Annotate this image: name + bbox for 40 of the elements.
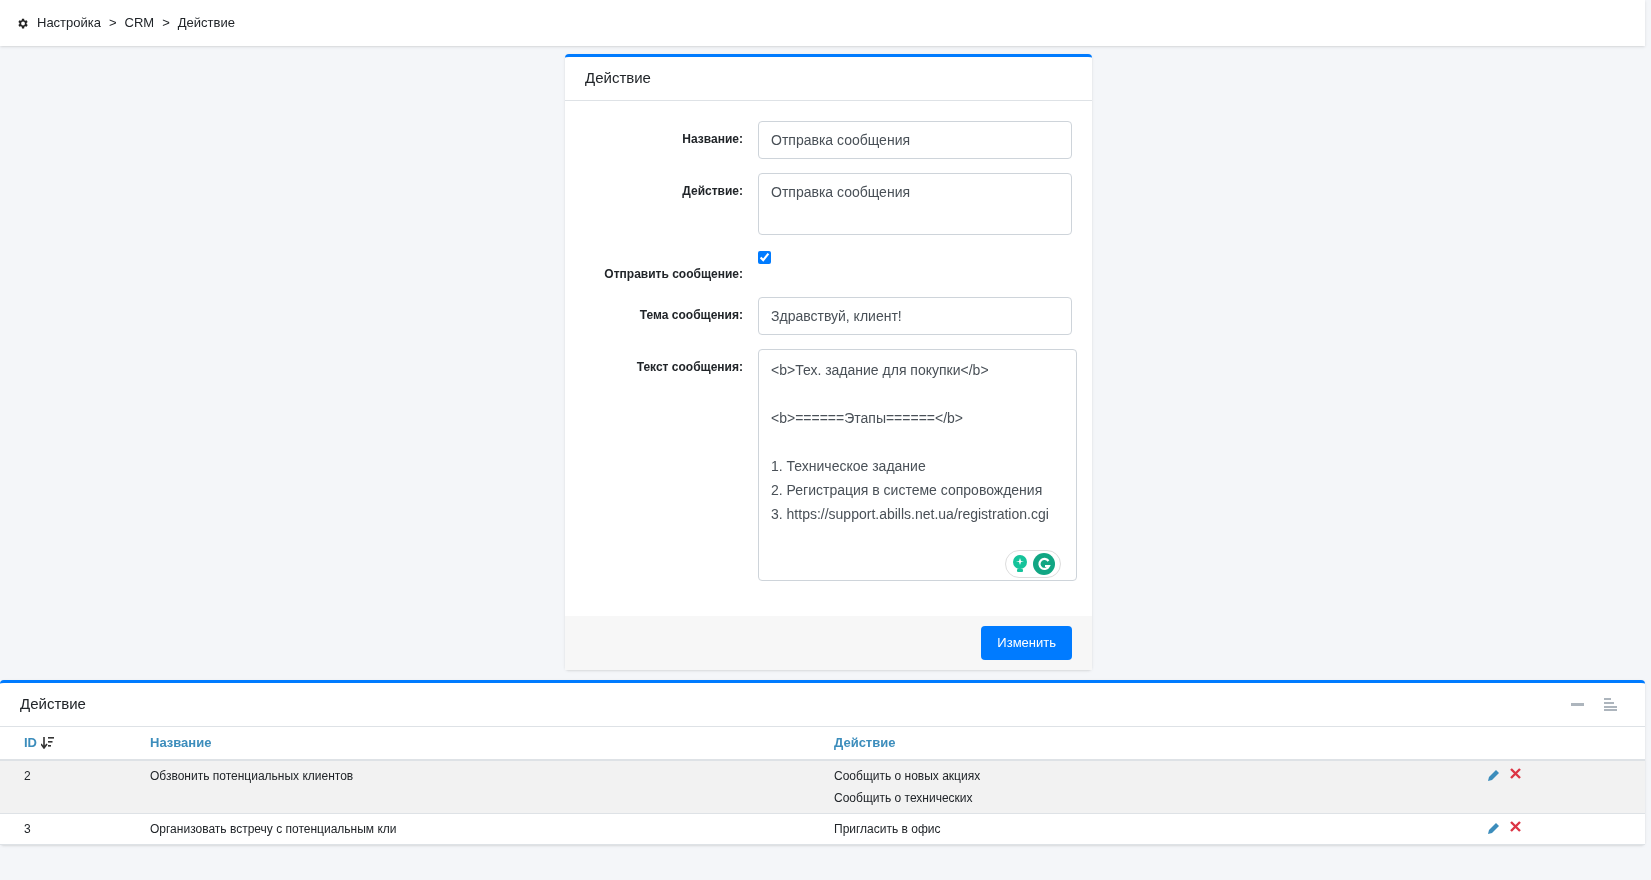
table-row[interactable]: 2 Обзвонить потенциальных клиентов Сообщить о новых акциях Сообщить о технических [0,761,1645,814]
lightbulb-icon[interactable] [1011,554,1029,574]
table-row[interactable]: 3 Организовать встречу с потенциальным кли Пригласить в офис [0,814,1645,845]
text-input[interactable]: Отправка сообщения [758,121,1072,159]
edit-icon[interactable] [1487,768,1501,782]
text-input[interactable]: Здравствуй, клиент! [758,297,1072,335]
breadcrumb-separator: > [162,14,170,33]
table-cell-text: Пригласить в офис [834,821,942,838]
breadcrumb-link[interactable]: Действие [177,13,235,33]
field-label: Название: [681,131,743,148]
column-header[interactable]: Действие [834,733,896,753]
delete-icon[interactable] [1510,768,1521,779]
table-cell-text: Сообщить о технических [834,790,974,807]
checkbox[interactable] [758,251,771,264]
table-cell: 2 [24,769,31,783]
submit-button[interactable]: Изменить [981,626,1072,660]
table-cell-text: Сообщить о новых акциях [834,768,982,785]
menu-icon[interactable] [1604,698,1617,711]
breadcrumb-link[interactable]: Настройка [37,13,101,33]
column-header[interactable]: Название [150,733,212,753]
field-label: Текст сообщения: [635,359,743,376]
column-header[interactable]: ID [24,733,37,753]
field-label: Действие: [681,183,743,200]
delete-icon[interactable] [1510,821,1521,832]
table-cell: Обзвонить потенциальных клиентов [150,769,354,783]
card-title: Действие [20,694,86,715]
edit-icon[interactable] [1487,821,1501,835]
settings-icon [16,16,29,30]
field-label: Тема сообщения: [638,307,743,324]
message-text-area[interactable]: <b>Тех. задание для покупки</b> <b>======Этапы======</b> 1. Техническое задание 2. Регистрация в системе сопровождения 3. https://support.abills.net.ua/registration.cgi [758,349,1077,581]
table-cell: Организовать встречу с потенциальным кли [150,822,397,836]
breadcrumb-separator: > [109,14,117,33]
breadcrumb-link[interactable]: CRM [124,13,155,33]
field-label: Отправить сообщение: [603,266,743,283]
g-logo-icon[interactable] [1033,553,1055,575]
table-cell: 3 [24,822,31,836]
text-area[interactable]: Отправка сообщения [758,173,1072,235]
sort-icon[interactable] [41,737,54,749]
card-title: Действие [585,68,651,89]
writing-assistant-widget[interactable] [1005,550,1061,578]
